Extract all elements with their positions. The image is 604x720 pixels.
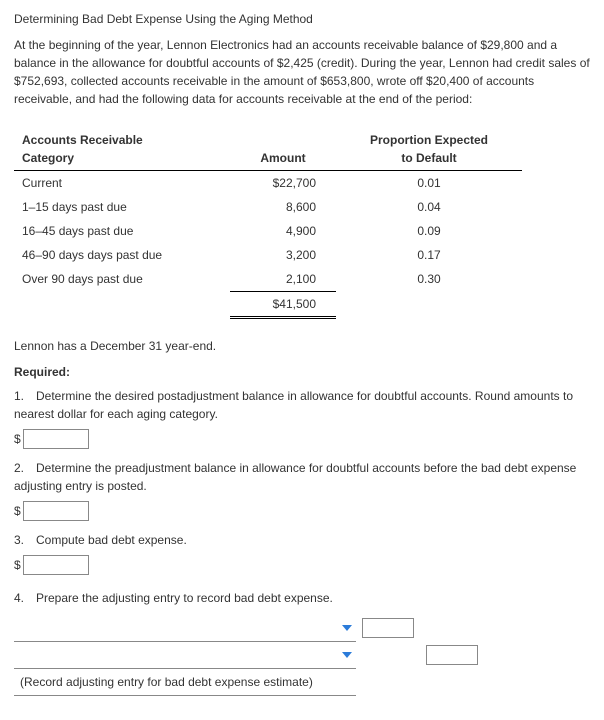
je-credit-2-input[interactable]: [426, 645, 478, 665]
answer-3-input[interactable]: [23, 555, 89, 575]
dollar-sign: $: [14, 558, 21, 572]
table-row: 1–15 days past due 8,600 0.04: [14, 195, 522, 219]
year-end-note: Lennon has a December 31 year-end.: [14, 337, 590, 355]
je-account-dropdown-1[interactable]: [14, 615, 356, 642]
journal-entry-table: (Record adjusting entry for bad debt exp…: [14, 615, 484, 696]
header-amount: Amount: [230, 128, 336, 171]
je-account-dropdown-2[interactable]: [14, 642, 356, 669]
table-row: Over 90 days past due 2,100 0.30: [14, 267, 522, 292]
question-2: 2. Determine the preadjustment balance i…: [14, 459, 590, 495]
je-description: (Record adjusting entry for bad debt exp…: [14, 669, 356, 696]
required-heading: Required:: [14, 363, 590, 381]
page-title: Determining Bad Debt Expense Using the A…: [14, 10, 590, 28]
table-total-row: $41,500: [14, 292, 522, 318]
question-4: 4. Prepare the adjusting entry to record…: [14, 589, 590, 607]
table-row: 16–45 days past due 4,900 0.09: [14, 219, 522, 243]
header-category: Accounts Receivable Category: [14, 128, 230, 171]
answer-1-input[interactable]: [23, 429, 89, 449]
chevron-down-icon: [342, 625, 352, 631]
chevron-down-icon: [342, 652, 352, 658]
dollar-sign: $: [14, 432, 21, 446]
answer-2-input[interactable]: [23, 501, 89, 521]
question-3: 3. Compute bad debt expense.: [14, 531, 590, 549]
table-row: Current $22,700 0.01: [14, 171, 522, 196]
question-1: 1. Determine the desired postadjustment …: [14, 387, 590, 423]
aging-table: Accounts Receivable Category Amount Prop…: [14, 128, 522, 319]
table-row: 46–90 days days past due 3,200 0.17: [14, 243, 522, 267]
je-debit-1-input[interactable]: [362, 618, 414, 638]
intro-paragraph: At the beginning of the year, Lennon Ele…: [14, 36, 590, 108]
header-proportion: Proportion Expected to Default: [336, 128, 522, 171]
dollar-sign: $: [14, 504, 21, 518]
